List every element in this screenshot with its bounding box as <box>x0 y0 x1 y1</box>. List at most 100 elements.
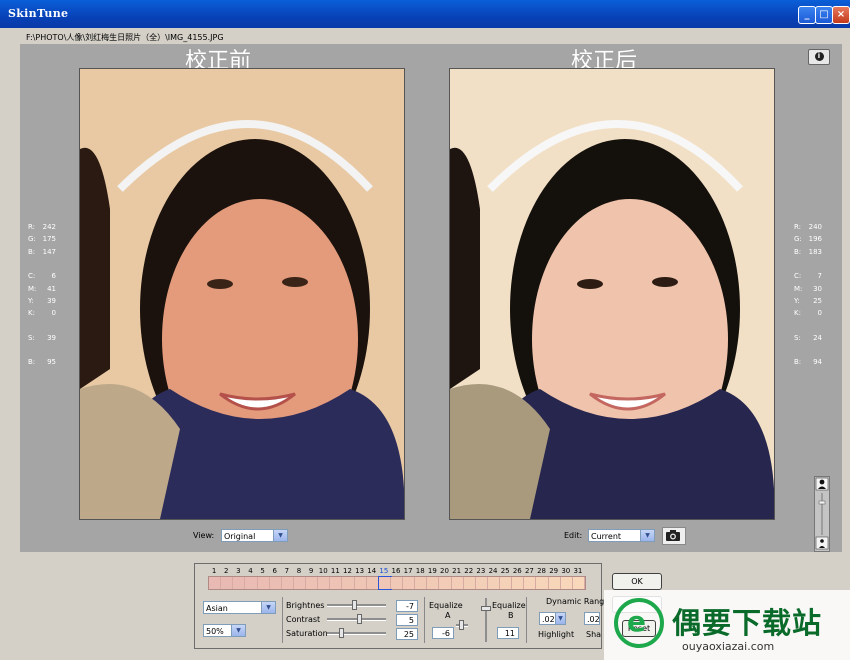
readout-row: C: 7 <box>794 272 822 281</box>
palette-swatch[interactable] <box>257 577 270 589</box>
palette-number: 27 <box>524 567 534 575</box>
shadow-select[interactable]: .02 <box>584 612 600 625</box>
chevron-down-icon: ▼ <box>640 530 654 541</box>
palette-swatch[interactable] <box>512 577 525 589</box>
palette-swatch[interactable] <box>306 577 319 589</box>
brightness-slider[interactable] <box>327 600 386 610</box>
minimize-button[interactable]: _ <box>798 6 816 24</box>
before-photo[interactable] <box>79 68 405 520</box>
palette-swatch[interactable] <box>427 577 440 589</box>
palette-swatch[interactable] <box>293 577 306 589</box>
palette-swatch[interactable] <box>487 577 500 589</box>
palette-swatch[interactable] <box>463 577 476 589</box>
highlight-label: Highlight <box>538 630 575 639</box>
palette-swatch[interactable] <box>560 577 573 589</box>
equalize-a-slider[interactable] <box>456 620 468 630</box>
saturation-input[interactable]: 25 <box>396 628 418 640</box>
palette-swatch[interactable] <box>500 577 513 589</box>
equalize-vertical-slider[interactable] <box>481 598 491 642</box>
camera-icon <box>666 530 680 541</box>
skin-tone-palette[interactable] <box>208 576 586 590</box>
readout-row: B: 95 <box>28 358 56 367</box>
palette-number: 22 <box>464 567 474 575</box>
palette-number: 10 <box>318 567 328 575</box>
palette-swatch[interactable] <box>354 577 367 589</box>
after-photo[interactable] <box>449 68 775 520</box>
palette-swatch[interactable] <box>548 577 561 589</box>
readout-row: K: 0 <box>794 309 822 318</box>
readout-row: R: 242 <box>28 223 56 231</box>
readout-row: Y: 39 <box>28 297 56 306</box>
readout-row: Y: 25 <box>794 297 822 306</box>
palette-swatch[interactable] <box>403 577 416 589</box>
palette-swatch[interactable] <box>439 577 452 589</box>
palette-swatch[interactable] <box>269 577 282 589</box>
palette-swatch[interactable] <box>318 577 331 589</box>
palette-swatch[interactable] <box>415 577 428 589</box>
palette-number: 14 <box>367 567 377 575</box>
skin-type-select[interactable]: Asian ▼ <box>203 601 276 614</box>
equalize-a-sublabel: A <box>445 611 451 620</box>
palette-swatch[interactable] <box>451 577 464 589</box>
contrast-slider[interactable] <box>327 614 386 624</box>
palette-number: 19 <box>427 567 437 575</box>
contrast-input[interactable]: 5 <box>396 614 418 626</box>
palette-swatch[interactable] <box>536 577 549 589</box>
maximize-icon: □ <box>819 9 829 20</box>
readout-row: R: 240 <box>794 223 822 231</box>
equalize-b-label: Equalize <box>492 601 526 610</box>
ok-button[interactable]: OK <box>612 573 662 590</box>
palette-number: 20 <box>440 567 449 575</box>
edit-select[interactable]: Current ▼ <box>588 529 655 542</box>
saturation-label: Saturation <box>286 629 328 638</box>
palette-swatch[interactable] <box>342 577 355 589</box>
palette-number: 15 <box>379 567 389 575</box>
close-button[interactable]: × <box>832 6 850 24</box>
palette-swatch[interactable] <box>572 577 585 589</box>
brightness-input[interactable]: -7 <box>396 600 418 612</box>
zoom-select[interactable]: 50% ▼ <box>203 624 246 637</box>
palette-number: 4 <box>248 567 253 575</box>
brightness-label: Brightnes <box>286 601 325 610</box>
readout-row: S: 24 <box>794 333 822 342</box>
before-portrait-image <box>80 69 404 519</box>
watermark-title: 偶要下载站 <box>672 606 823 640</box>
palette-swatch[interactable] <box>475 577 488 589</box>
snapshot-button[interactable] <box>662 527 686 545</box>
size-slider[interactable] <box>814 476 830 552</box>
readout-row: B: 183 <box>794 247 822 256</box>
dynamic-range-label: Dynamic Rang <box>546 597 605 606</box>
palette-number: 11 <box>330 567 340 575</box>
palette-swatch[interactable] <box>377 576 392 590</box>
highlight-select[interactable]: .02 ▼ <box>539 612 566 625</box>
palette-number: 2 <box>223 567 229 575</box>
palette-swatch[interactable] <box>221 577 234 589</box>
view-select[interactable]: Original ▼ <box>221 529 288 542</box>
palette-number: 31 <box>573 567 583 575</box>
readout-row: S: 39 <box>28 333 56 342</box>
palette-swatch[interactable] <box>281 577 294 589</box>
palette-number: 28 <box>537 567 546 575</box>
divider <box>282 597 283 643</box>
maximize-button[interactable]: □ <box>815 6 833 24</box>
readout-row: B: 94 <box>794 358 822 367</box>
watermark-url: ouyaoxiazai.com <box>682 640 775 653</box>
palette-swatch[interactable] <box>366 577 379 589</box>
saturation-slider[interactable] <box>327 628 386 638</box>
palette-swatch[interactable] <box>209 577 222 589</box>
palette-number: 8 <box>296 567 302 575</box>
palette-swatch[interactable] <box>330 577 343 589</box>
minimize-icon: _ <box>804 9 810 20</box>
equalize-b-input[interactable]: 11 <box>497 627 519 639</box>
info-button[interactable]: i <box>808 49 830 65</box>
palette-swatch[interactable] <box>233 577 246 589</box>
palette-swatch[interactable] <box>245 577 258 589</box>
person-size-icons <box>815 477 829 550</box>
palette-swatch[interactable] <box>390 577 403 589</box>
palette-number: 26 <box>512 567 522 575</box>
after-portrait-image <box>450 69 774 519</box>
equalize-a-input[interactable]: -6 <box>432 627 454 639</box>
info-icon: i <box>814 52 824 61</box>
skin-type-value: Asian <box>206 604 228 613</box>
palette-swatch[interactable] <box>524 577 537 589</box>
